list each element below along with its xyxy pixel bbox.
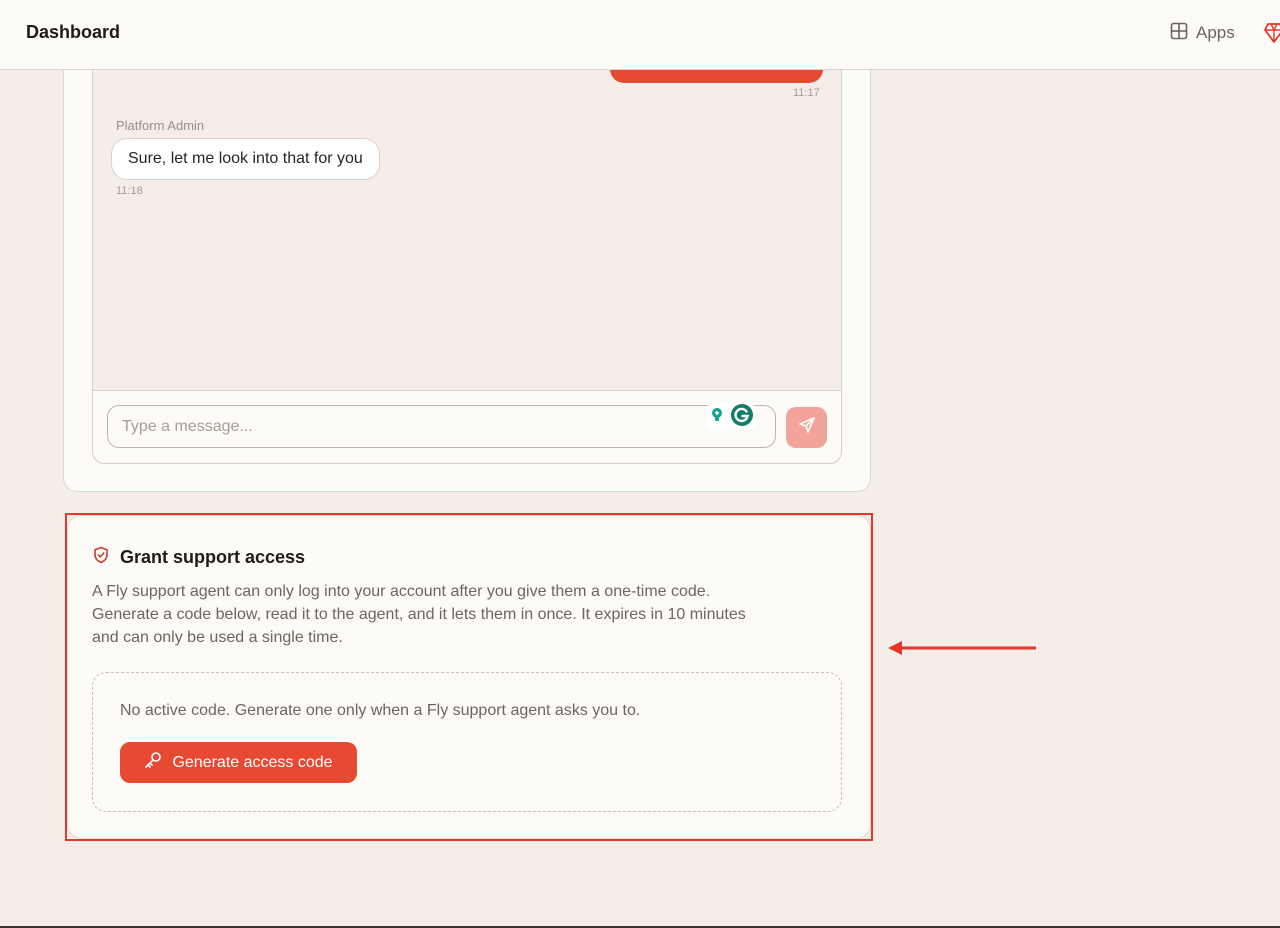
top-bar: Dashboard Apps [0,0,1280,70]
grammarly-icon[interactable] [730,403,754,432]
generate-access-code-button[interactable]: Generate access code [120,742,357,783]
grid-icon [1170,22,1188,45]
grant-title-row: Grant support access [92,546,305,568]
admin-message-time: 11:18 [116,185,143,197]
send-button[interactable] [786,407,827,448]
grant-description: A Fly support agent can only log into yo… [92,583,746,646]
apps-button[interactable]: Apps [1170,22,1235,44]
message-input[interactable] [107,405,776,448]
code-status-text: No active code. Generate one only when a… [120,702,641,719]
bulb-icon[interactable] [706,404,728,431]
grant-title: Grant support access [120,546,306,567]
shield-check-icon [92,546,110,569]
annotation-arrow-icon [886,638,1038,658]
generate-button-label: Generate access code [172,753,333,771]
apps-label: Apps [1196,23,1235,42]
admin-message-bubble: Sure, let me look into that for you [111,138,380,180]
grammarly-widget[interactable] [706,403,756,432]
admin-sender-name: Platform Admin [116,118,205,133]
page-title: Dashboard [26,22,121,42]
gem-icon[interactable] [1264,22,1280,44]
user-message-time: 11:17 [793,87,820,99]
key-icon [144,751,162,774]
send-icon [798,416,816,439]
admin-message-text: Sure, let me look into that for you [128,150,363,167]
